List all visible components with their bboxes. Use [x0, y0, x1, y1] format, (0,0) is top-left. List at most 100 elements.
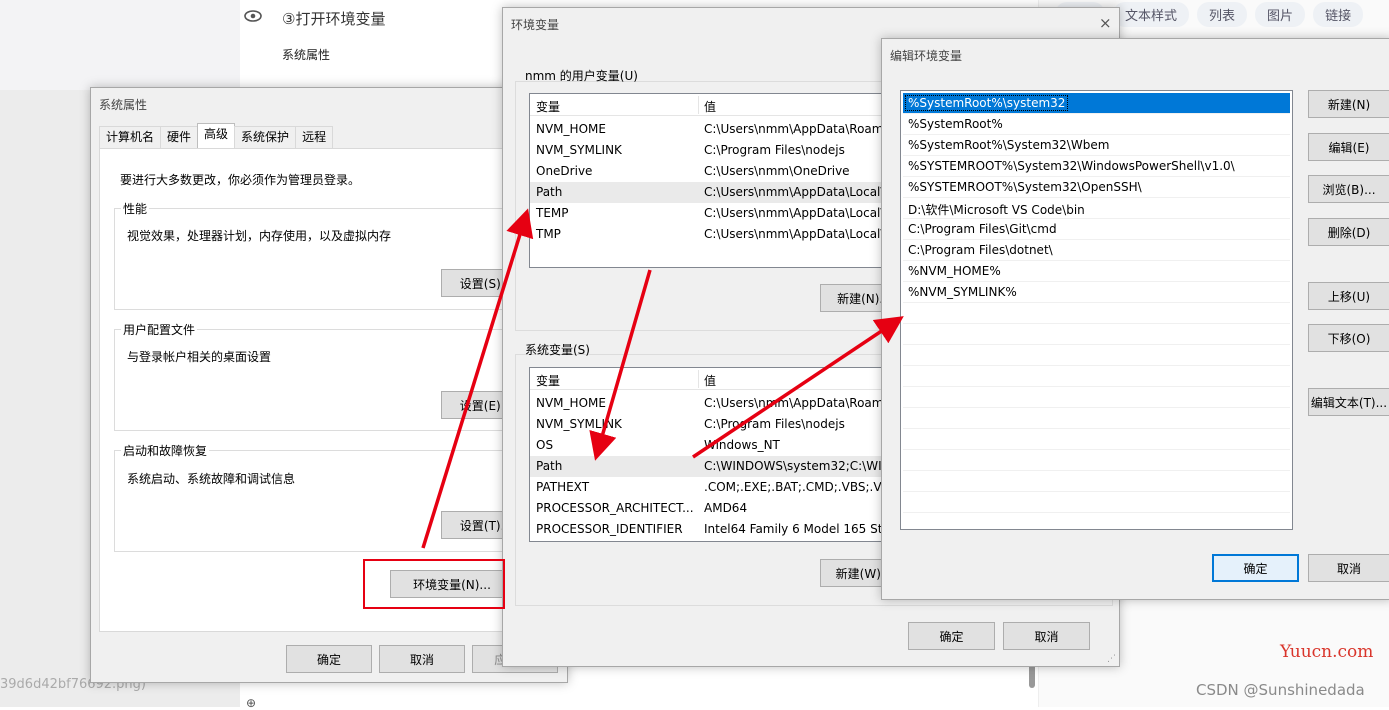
var-name: NVM_SYMLINK	[536, 143, 622, 157]
new-entry-button[interactable]: 新建(N)	[1308, 90, 1389, 118]
list-item[interactable]: D:\软件\Microsoft VS Code\bin	[903, 198, 1290, 219]
list-item[interactable]: %SystemRoot%	[903, 114, 1290, 135]
list-item[interactable]: %SYSTEMROOT%\System32\OpenSSH\	[903, 177, 1290, 198]
list-item[interactable]: %NVM_HOME%	[903, 261, 1290, 282]
col-variable[interactable]: 变量	[536, 372, 560, 389]
var-value: C:\Users\nmm\AppData\Local\	[704, 227, 885, 241]
toolbar-link[interactable]: 链接	[1313, 2, 1364, 27]
path-entry-text: %SYSTEMROOT%\System32\WindowsPowerShell\…	[908, 159, 1235, 173]
user-profile-desc: 与登录帐户相关的桌面设置	[127, 350, 272, 364]
ok-button[interactable]: 确定	[286, 645, 372, 673]
toolbar-list[interactable]: 列表	[1197, 2, 1248, 27]
ok-button[interactable]: 确定	[908, 622, 995, 650]
scrollbar-thumb[interactable]	[1029, 664, 1035, 688]
performance-label: 性能	[121, 200, 150, 217]
editor-left-pane	[0, 0, 240, 90]
col-variable[interactable]: 变量	[536, 98, 560, 115]
list-item[interactable]: %SystemRoot%\System32\Wbem	[903, 135, 1290, 156]
system-vars-label: 系统变量(S)	[525, 343, 590, 357]
var-value: C:\Users\nmm\AppData\Local\	[704, 206, 885, 220]
edit-environment-variable-dialog: 编辑环境变量 %SystemRoot%\system32 %SystemRoot…	[881, 38, 1389, 600]
var-value: C:\WINDOWS\system32;C:\WIN	[704, 459, 891, 473]
var-name: PATHEXT	[536, 480, 590, 494]
performance-desc: 视觉效果，处理器计划，内存使用，以及虚拟内存	[127, 229, 392, 243]
var-value: C:\Program Files\nodejs	[704, 143, 845, 157]
close-icon[interactable]: ×	[1099, 14, 1112, 32]
dialog-title: 编辑环境变量	[890, 49, 963, 63]
tab-advanced[interactable]: 高级	[197, 123, 236, 148]
list-item[interactable]: %NVM_SYMLINK%	[903, 282, 1290, 303]
list-item[interactable]: C:\Program Files\dotnet\	[903, 240, 1290, 261]
tab-computer-name[interactable]: 计算机名	[99, 126, 162, 148]
edit-entry-button[interactable]: 编辑(E)	[1308, 133, 1389, 161]
list-item-empty[interactable]	[903, 387, 1290, 408]
step-title: ③打开环境变量	[282, 10, 386, 28]
dialog-title: 系统属性	[99, 98, 148, 112]
move-up-button[interactable]: 上移(U)	[1308, 282, 1389, 310]
resize-grip-icon[interactable]: ⋰	[1107, 654, 1116, 664]
path-entry-text: %SystemRoot%\system32	[904, 95, 1069, 111]
path-entry-text: %NVM_SYMLINK%	[908, 285, 1017, 299]
toolbar-text-style[interactable]: 文本样式	[1113, 2, 1190, 27]
move-down-button[interactable]: 下移(O)	[1308, 324, 1389, 352]
var-value: Windows_NT	[704, 438, 780, 452]
edit-text-button[interactable]: 编辑文本(T)...	[1308, 388, 1389, 416]
list-item-empty[interactable]	[903, 345, 1290, 366]
var-value: Intel64 Family 6 Model 165 Ste	[704, 522, 890, 536]
list-item-empty[interactable]	[903, 324, 1290, 345]
browse-button[interactable]: 浏览(B)...	[1308, 175, 1389, 203]
list-item-empty[interactable]	[903, 303, 1290, 324]
var-name: TEMP	[536, 206, 569, 220]
var-name: Path	[536, 185, 563, 199]
startup-recovery-desc: 系统启动、系统故障和调试信息	[127, 472, 296, 486]
col-value[interactable]: 值	[704, 372, 716, 389]
list-item-empty[interactable]	[903, 450, 1290, 471]
sys-prop-caption: 系统属性	[282, 48, 331, 62]
var-name: TMP	[536, 227, 561, 241]
tab-remote[interactable]: 远程	[295, 126, 334, 148]
path-entry-text: %SYSTEMROOT%\System32\OpenSSH\	[908, 180, 1142, 194]
tab-system-protection[interactable]: 系统保护	[234, 126, 297, 148]
var-name: PROCESSOR_ARCHITECT...	[536, 501, 694, 515]
path-entry-text: %SystemRoot%\System32\Wbem	[908, 138, 1110, 152]
cancel-button[interactable]: 取消	[379, 645, 465, 673]
path-entries-list[interactable]: %SystemRoot%\system32 %SystemRoot% %Syst…	[900, 90, 1293, 530]
delete-entry-button[interactable]: 删除(D)	[1308, 218, 1389, 246]
tab-strip: 计算机名 硬件 高级 系统保护 远程	[99, 123, 334, 148]
var-value: C:\Program Files\nodejs	[704, 417, 845, 431]
eye-icon[interactable]	[244, 10, 262, 22]
var-value: C:\Users\nmm\AppData\Roam	[704, 122, 884, 136]
tab-hardware[interactable]: 硬件	[160, 126, 199, 148]
col-separator[interactable]	[698, 370, 699, 388]
col-separator[interactable]	[698, 96, 699, 114]
performance-group: 性能 视觉效果，处理器计划，内存使用，以及虚拟内存 设置(S)...	[114, 200, 531, 310]
var-name: OneDrive	[536, 164, 593, 178]
user-vars-label: nmm 的用户变量(U)	[525, 69, 638, 83]
var-name: OS	[536, 438, 554, 452]
var-name: NVM_HOME	[536, 122, 606, 136]
list-item[interactable]: C:\Program Files\Git\cmd	[903, 219, 1290, 240]
startup-recovery-group: 启动和故障恢复 系统启动、系统故障和调试信息 设置(T)...	[114, 442, 531, 552]
pin-icon: ⊕	[246, 696, 257, 710]
path-entry-text: D:\软件\Microsoft VS Code\bin	[908, 203, 1085, 217]
var-value: AMD64	[704, 501, 748, 515]
list-item-empty[interactable]	[903, 408, 1290, 429]
var-name: NVM_HOME	[536, 396, 606, 410]
list-item-empty[interactable]	[903, 429, 1290, 450]
list-item-selected[interactable]: %SystemRoot%\system32	[903, 93, 1290, 114]
path-entry-text: %NVM_HOME%	[908, 264, 1001, 278]
list-item[interactable]: %SYSTEMROOT%\System32\WindowsPowerShell\…	[903, 156, 1290, 177]
col-value[interactable]: 值	[704, 98, 716, 115]
cancel-button[interactable]: 取消	[1003, 622, 1090, 650]
toolbar-image[interactable]: 图片	[1255, 2, 1306, 27]
cancel-button[interactable]: 取消	[1308, 554, 1389, 582]
var-value: C:\Users\nmm\AppData\Roam	[704, 396, 884, 410]
watermark-csdn: CSDN @Sunshinedada	[1196, 681, 1365, 699]
path-entry-text: %SystemRoot%	[908, 117, 1003, 131]
user-profile-group: 用户配置文件 与登录帐户相关的桌面设置 设置(E)...	[114, 321, 531, 431]
list-item-empty[interactable]	[903, 366, 1290, 387]
admin-note: 要进行大多数更改，你必须作为管理员登录。	[120, 173, 361, 187]
ok-button[interactable]: 确定	[1212, 554, 1299, 582]
list-item-empty[interactable]	[903, 492, 1290, 513]
list-item-empty[interactable]	[903, 471, 1290, 492]
